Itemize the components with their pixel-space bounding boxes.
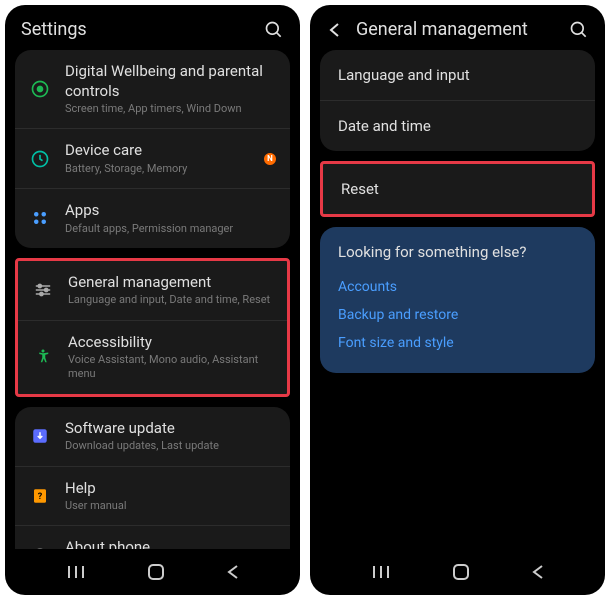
about-phone-icon: i [29,545,51,549]
settings-item-software-update[interactable]: Software update Download updates, Last u… [15,407,290,467]
svg-text:?: ? [38,492,43,502]
software-update-icon [29,425,51,447]
page-title: General management [356,19,557,40]
wellbeing-icon [29,78,51,100]
accessibility-icon [32,346,54,368]
link-accounts[interactable]: Accounts [338,273,577,301]
item-title: Device care [65,141,250,161]
item-title: Digital Wellbeing and parental controls [65,62,276,101]
header: General management [310,5,605,50]
link-font-size-style[interactable]: Font size and style [338,329,577,357]
info-card: Looking for something else? Accounts Bac… [320,227,595,373]
back-chevron-icon[interactable] [326,21,344,39]
item-subtitle: Download updates, Last update [65,439,276,453]
option-language-input[interactable]: Language and input [320,50,595,101]
general-management-icon [32,279,54,301]
home-icon[interactable] [147,563,165,581]
back-icon[interactable] [226,564,240,580]
general-management-screen: General management Language and input Da… [310,5,605,595]
content: Language and input Date and time Reset L… [310,50,605,549]
settings-item-help[interactable]: ? Help User manual [15,467,290,527]
settings-content: Digital Wellbeing and parental controls … [5,50,300,549]
item-title: Apps [65,201,276,221]
settings-item-accessibility[interactable]: Accessibility Voice Assistant, Mono audi… [18,321,287,394]
settings-group-highlighted: General management Language and input, D… [15,258,290,397]
reset-group-highlighted: Reset [320,161,595,217]
settings-group: Digital Wellbeing and parental controls … [15,50,290,248]
recents-icon[interactable] [371,564,391,580]
item-title: Software update [65,419,276,439]
search-icon[interactable] [264,20,284,40]
item-subtitle: Battery, Storage, Memory [65,162,250,176]
item-title: Help [65,479,276,499]
device-care-icon [29,148,51,170]
settings-screen: Settings Digital Wellbeing and parental … [5,5,300,595]
item-title: General management [68,273,273,293]
item-title: Accessibility [68,333,273,353]
settings-item-apps[interactable]: Apps Default apps, Permission manager [15,189,290,248]
settings-item-general-management[interactable]: General management Language and input, D… [18,261,287,321]
back-icon[interactable] [531,564,545,580]
options-group: Language and input Date and time [320,50,595,151]
settings-group: Software update Download updates, Last u… [15,407,290,549]
settings-item-about-phone[interactable]: i About phone Status, Legal information,… [15,526,290,549]
navigation-bar [310,549,605,595]
item-subtitle: Screen time, App timers, Wind Down [65,102,276,116]
link-backup-restore[interactable]: Backup and restore [338,301,577,329]
home-icon[interactable] [452,563,470,581]
header: Settings [5,5,300,50]
item-subtitle: User manual [65,499,276,513]
item-subtitle: Voice Assistant, Mono audio, Assistant m… [68,353,273,382]
item-subtitle: Language and input, Date and time, Reset [68,293,273,307]
option-date-time[interactable]: Date and time [320,101,595,151]
item-subtitle: Default apps, Permission manager [65,222,276,236]
item-title: About phone [65,538,276,549]
recents-icon[interactable] [66,564,86,580]
navigation-bar [5,549,300,595]
settings-item-device-care[interactable]: Device care Battery, Storage, Memory N [15,129,290,189]
settings-item-digital-wellbeing[interactable]: Digital Wellbeing and parental controls … [15,50,290,129]
notification-badge: N [264,153,276,165]
apps-icon [29,207,51,229]
option-reset[interactable]: Reset [323,164,592,214]
search-icon[interactable] [569,20,589,40]
help-icon: ? [29,485,51,507]
info-title: Looking for something else? [338,243,577,261]
page-title: Settings [21,19,252,40]
